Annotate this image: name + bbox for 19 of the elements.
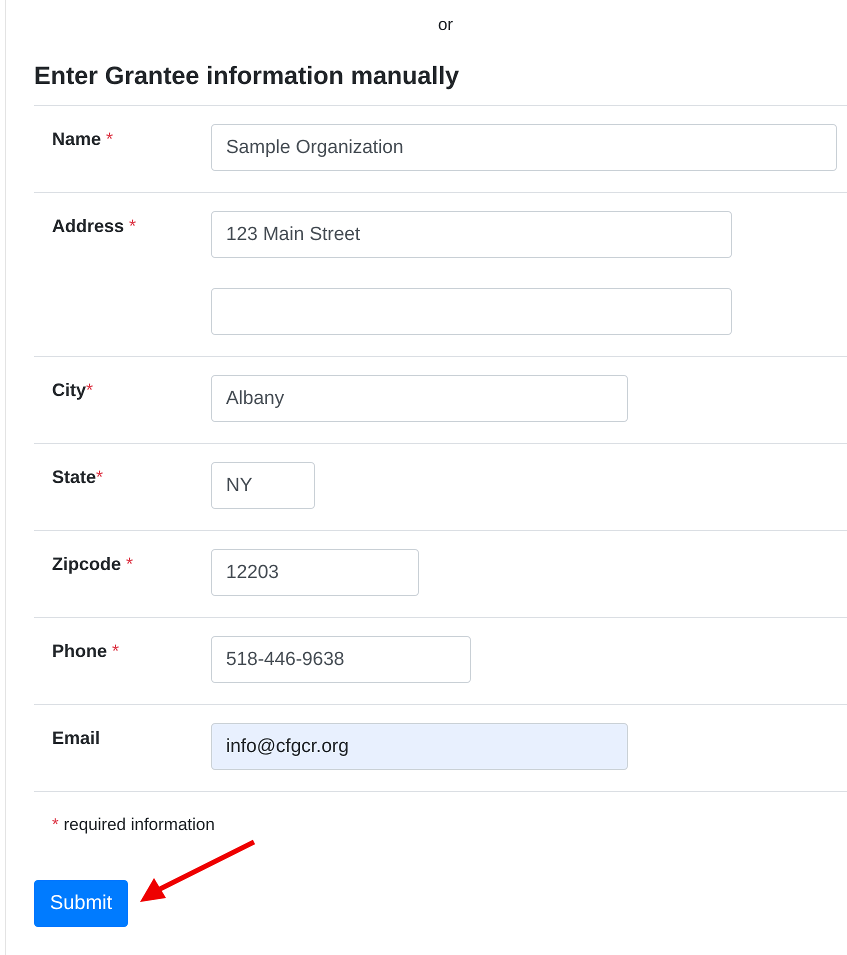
input-field[interactable]: info@cfgcr.org bbox=[211, 723, 628, 770]
input-field[interactable]: 12203 bbox=[211, 549, 419, 596]
field-label: Zipcode * bbox=[52, 553, 134, 576]
field-label: Name * bbox=[52, 128, 114, 151]
field-label: City* bbox=[52, 379, 94, 402]
field-label: Phone * bbox=[52, 640, 120, 663]
field-label: State* bbox=[52, 466, 104, 489]
section-heading: Enter Grantee information manually bbox=[34, 61, 460, 92]
input-field[interactable] bbox=[211, 288, 732, 335]
input-field[interactable]: 123 Main Street bbox=[211, 211, 732, 258]
submit-button[interactable]: Submit bbox=[34, 880, 128, 927]
input-field[interactable]: Sample Organization bbox=[211, 124, 837, 171]
field-label: Address * bbox=[52, 215, 138, 238]
input-field[interactable]: Albany bbox=[211, 375, 628, 422]
input-field[interactable]: NY bbox=[211, 462, 315, 509]
separator-text: or bbox=[438, 15, 454, 35]
input-field[interactable]: 518-446-9638 bbox=[211, 636, 471, 683]
footnote-text: * required information bbox=[52, 815, 215, 835]
field-label: Email bbox=[52, 727, 102, 750]
